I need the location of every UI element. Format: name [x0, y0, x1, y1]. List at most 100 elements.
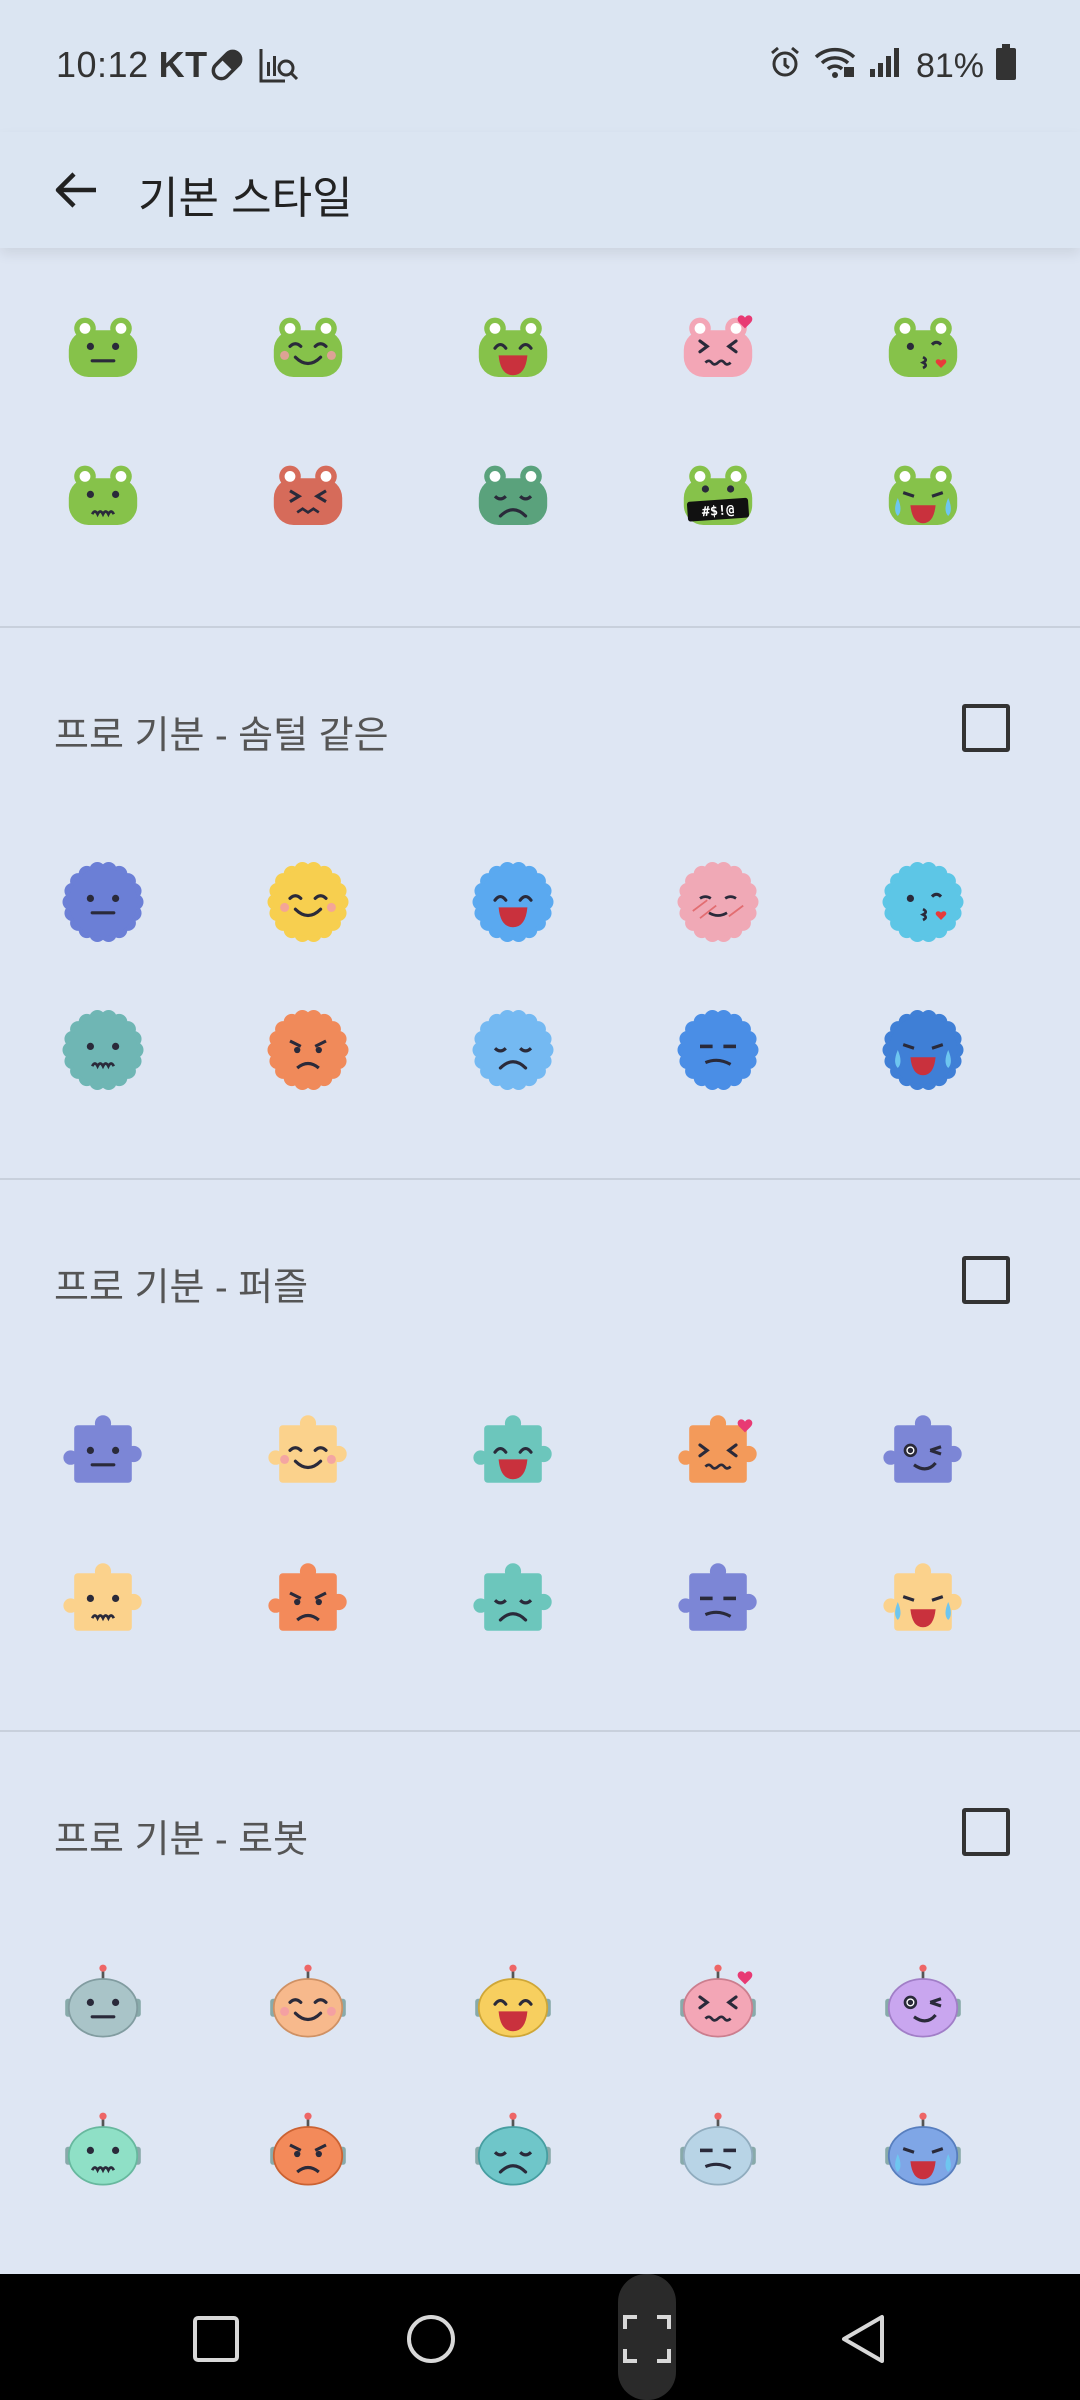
puzzle-angry-icon	[267, 1563, 347, 1631]
sticker-fluffy-laugh[interactable]	[410, 828, 615, 976]
sticker-robot-wink[interactable]	[820, 1932, 1025, 2080]
sticker-section-robot: 프로 기분 - 로봇	[0, 1730, 1080, 2274]
section-title: 프로 기분 - 퍼즐	[54, 1267, 309, 1309]
sticker-list[interactable]: #$!@ 프로 기분 - 솜털 같은프로 기분 - 퍼즐 프로 기분 - 로봇	[0, 248, 1080, 2274]
sticker-puzzle-laugh[interactable]	[410, 1380, 615, 1528]
sticker-frog-cry[interactable]	[820, 424, 1025, 572]
sticker-frog-laugh[interactable]	[410, 276, 615, 424]
battery-icon	[996, 44, 1016, 89]
fluffy-shy-icon	[677, 861, 758, 943]
puzzle-annoyed-icon	[677, 1563, 757, 1631]
back-button[interactable]	[44, 158, 108, 222]
chart-search-icon	[258, 46, 300, 89]
sticker-puzzle-smile[interactable]	[205, 1380, 410, 1528]
status-bar: 10:12 KT 81%	[0, 0, 1080, 132]
section-header[interactable]: 프로 기분 - 로봇	[0, 1732, 1080, 1932]
sticker-grid	[0, 1380, 1080, 1676]
frog-kiss-icon	[888, 317, 957, 377]
sticker-frog-sick[interactable]	[205, 424, 410, 572]
puzzle-smile-icon	[267, 1415, 347, 1483]
sticker-frog-sad[interactable]	[410, 424, 615, 572]
back-triangle-icon	[842, 2315, 884, 2363]
section-checkbox[interactable]	[962, 704, 1010, 752]
sticker-frog-love[interactable]	[615, 276, 820, 424]
sticker-fluffy-neutral[interactable]	[0, 828, 205, 976]
puzzle-laugh-icon	[472, 1415, 552, 1483]
sticker-puzzle-love[interactable]	[615, 1380, 820, 1528]
sticker-puzzle-worried[interactable]	[0, 1528, 205, 1676]
frog-love-icon	[683, 315, 752, 377]
sticker-frog-worried[interactable]	[0, 424, 205, 572]
sticker-robot-neutral[interactable]	[0, 1932, 205, 2080]
sticker-robot-smile[interactable]	[205, 1932, 410, 2080]
section-checkbox[interactable]	[962, 1256, 1010, 1304]
sticker-robot-laugh[interactable]	[410, 1932, 615, 2080]
sticker-fluffy-cry[interactable]	[820, 976, 1025, 1124]
frog-sick-icon	[273, 465, 342, 525]
battery-percent: 81%	[915, 47, 984, 85]
sticker-fluffy-sad[interactable]	[410, 976, 615, 1124]
sticker-fluffy-kiss[interactable]	[820, 828, 1025, 976]
frog-laugh-icon	[478, 317, 547, 377]
robot-annoyed-icon	[679, 2112, 756, 2186]
sticker-puzzle-wink[interactable]	[820, 1380, 1025, 1528]
status-notification-icons	[208, 46, 300, 89]
robot-sad-icon	[474, 2112, 551, 2186]
robot-neutral-icon	[64, 1964, 141, 2038]
frog-sad-icon	[478, 465, 547, 525]
recents-square-icon	[193, 2316, 239, 2362]
sticker-frog-smile[interactable]	[205, 276, 410, 424]
sticker-text: #$!@	[701, 502, 735, 520]
section-header[interactable]: 프로 기분 - 퍼즐	[0, 1180, 1080, 1380]
sticker-robot-sad[interactable]	[410, 2080, 615, 2228]
sticker-puzzle-angry[interactable]	[205, 1528, 410, 1676]
pill-icon	[208, 46, 246, 89]
fluffy-smile-icon	[267, 861, 348, 943]
sticker-puzzle-neutral[interactable]	[0, 1380, 205, 1528]
sticker-section-fluffy: 프로 기분 - 솜털 같은	[0, 626, 1080, 1178]
arrow-left-icon	[55, 172, 96, 208]
puzzle-worried-icon	[62, 1563, 142, 1631]
sticker-fluffy-annoyed[interactable]	[615, 976, 820, 1124]
sticker-grid	[0, 1932, 1080, 2228]
sticker-robot-angry[interactable]	[205, 2080, 410, 2228]
home-circle-icon	[407, 2315, 455, 2363]
fluffy-worried-icon	[62, 1009, 143, 1091]
sticker-fluffy-smile[interactable]	[205, 828, 410, 976]
sticker-frog-neutral[interactable]	[0, 276, 205, 424]
robot-angry-icon	[269, 2112, 346, 2186]
page-title: 기본 스타일	[138, 174, 353, 223]
back-nav-button[interactable]	[828, 2304, 898, 2374]
clock: 10:12	[56, 44, 149, 85]
home-button[interactable]	[396, 2304, 466, 2374]
robot-cry-icon	[884, 2112, 961, 2186]
navigation-bar	[0, 2274, 1080, 2400]
section-checkbox[interactable]	[962, 1808, 1010, 1856]
sticker-robot-love[interactable]	[615, 1932, 820, 2080]
sticker-robot-cry[interactable]	[820, 2080, 1025, 2228]
sticker-section-frog: #$!@	[0, 248, 1080, 626]
sticker-fluffy-angry[interactable]	[205, 976, 410, 1124]
fluffy-sad-icon	[472, 1009, 553, 1091]
sticker-puzzle-annoyed[interactable]	[615, 1528, 820, 1676]
robot-worried-icon	[64, 2112, 141, 2186]
capture-button[interactable]	[612, 2304, 682, 2374]
sticker-fluffy-worried[interactable]	[0, 976, 205, 1124]
sticker-puzzle-cry[interactable]	[820, 1528, 1025, 1676]
screen: 10:12 KT 81% 기본 스타일 #$!@ 프로 기분 - 솜털 같은 프…	[0, 0, 1080, 2400]
fluffy-cry-icon	[882, 1009, 963, 1091]
sticker-frog-swear[interactable]: #$!@	[615, 424, 820, 572]
section-title: 프로 기분 - 로봇	[54, 1819, 309, 1861]
sticker-robot-annoyed[interactable]	[615, 2080, 820, 2228]
sticker-robot-worried[interactable]	[0, 2080, 205, 2228]
recents-button[interactable]	[181, 2304, 251, 2374]
sticker-frog-kiss[interactable]	[820, 276, 1025, 424]
app-bar: 기본 스타일	[0, 132, 1080, 248]
sticker-puzzle-sad[interactable]	[410, 1528, 615, 1676]
sticker-fluffy-shy[interactable]	[615, 828, 820, 976]
fluffy-kiss-icon	[882, 861, 963, 943]
robot-smile-icon	[269, 1964, 346, 2038]
section-header[interactable]: 프로 기분 - 솜털 같은	[0, 628, 1080, 828]
